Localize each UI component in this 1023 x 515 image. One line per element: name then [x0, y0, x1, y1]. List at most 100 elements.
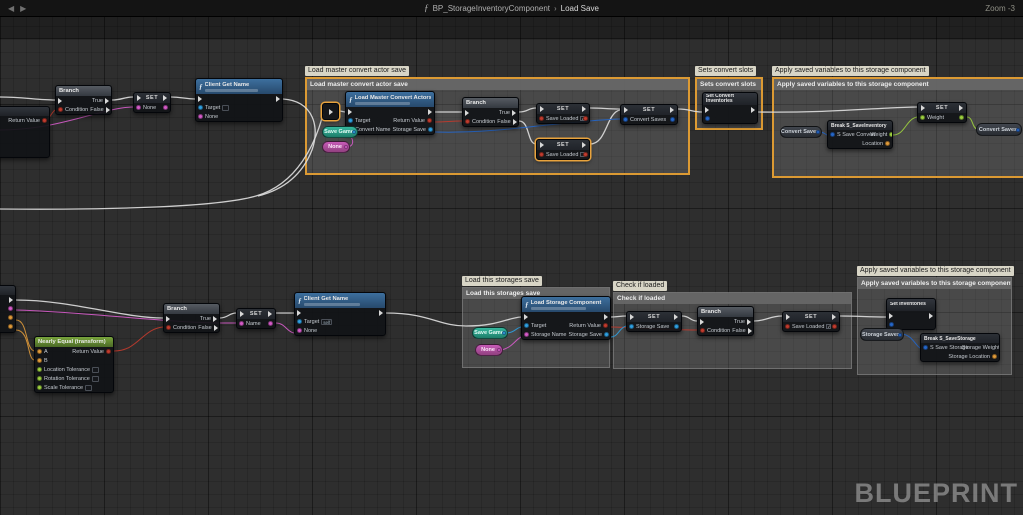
comment-header[interactable]: Load master convert actor save [307, 79, 688, 90]
value-box[interactable] [222, 105, 229, 111]
value-box[interactable]: self [321, 319, 332, 325]
darkblue-pin[interactable] [923, 345, 928, 350]
exec-pin[interactable] [630, 314, 634, 320]
node-set-name[interactable]: SETName [236, 308, 276, 329]
exec-pin[interactable] [751, 107, 755, 113]
orange-pin[interactable] [8, 315, 13, 320]
exec-pin[interactable] [105, 98, 109, 104]
magenta-pin[interactable] [268, 321, 273, 326]
node-edge-bottom[interactable] [0, 285, 16, 333]
darkblue-pin[interactable] [670, 117, 675, 122]
exec-pin[interactable] [163, 95, 167, 101]
node-load-storage-component[interactable]: ƒLoad Storage ComponentTargetReturn Valu… [521, 296, 611, 340]
magenta-pin[interactable] [163, 105, 168, 110]
node-branch-3[interactable]: BranchTrueConditionFalse [163, 303, 220, 333]
exec-pin[interactable] [276, 96, 280, 102]
exec-pin[interactable] [582, 142, 586, 148]
blue-pin[interactable] [198, 105, 203, 110]
darkblue-pin[interactable] [816, 130, 820, 134]
magenta-pin[interactable] [524, 332, 529, 337]
exec-pin[interactable] [106, 107, 110, 113]
darkblue-pin[interactable] [1016, 128, 1020, 132]
blue-pin[interactable] [297, 319, 302, 324]
node-break-save-inventory[interactable]: Break S_SaveInventoryS Save ConvertWeigh… [827, 120, 893, 149]
node-branch-2[interactable]: BranchTrueConditionFalse [462, 97, 519, 127]
node-set-storage-save[interactable]: SETStorage Save [626, 311, 682, 332]
magenta-pin[interactable] [136, 105, 141, 110]
pill-storage-saves[interactable]: Storage Saves [860, 328, 904, 341]
exec-pin[interactable] [889, 313, 893, 319]
exec-pin[interactable] [513, 119, 517, 125]
orange-pin[interactable] [8, 324, 13, 329]
node-set-weight[interactable]: SETWeight [917, 102, 967, 123]
node-client-get-name-2[interactable]: ƒClient Get NameTargetselfNone [294, 292, 386, 336]
exec-pin[interactable] [58, 98, 62, 104]
exec-pin[interactable] [786, 314, 790, 320]
exec-pin[interactable] [329, 109, 333, 115]
node-nearly-equal-transform[interactable]: Nearly Equal (transform)AReturn ValueBLo… [34, 336, 114, 393]
exec-pin[interactable] [674, 314, 678, 320]
comment-header[interactable]: Sets convert slots [697, 79, 761, 90]
exec-pin[interactable] [268, 311, 272, 317]
exec-pin[interactable] [959, 105, 963, 111]
node-set-save-loaded-1[interactable]: SETSave Loaded✓ [536, 103, 590, 124]
value-box[interactable] [85, 385, 92, 391]
magenta-pin[interactable] [198, 114, 203, 119]
node-branch-4[interactable]: BranchTrueConditionFalse [697, 306, 754, 336]
blue-pin[interactable] [524, 323, 529, 328]
exec-pin[interactable] [213, 316, 217, 322]
darkblue-pin[interactable] [830, 132, 835, 137]
pill-convert-saves-2[interactable]: Convert Saves [976, 123, 1022, 136]
magenta-pin[interactable] [8, 306, 13, 311]
red-pin[interactable] [106, 349, 111, 354]
red-pin[interactable] [42, 118, 47, 123]
exec-pin[interactable] [240, 311, 244, 317]
exec-pin[interactable] [670, 107, 674, 113]
exec-pin[interactable] [832, 314, 836, 320]
magenta-pin[interactable] [497, 348, 501, 352]
green-pin[interactable] [959, 115, 964, 120]
node-set-none[interactable]: SETNone [133, 92, 171, 113]
comment-header[interactable]: Apply saved variables to this storage co… [774, 79, 1023, 90]
node-break-save-storage[interactable]: Break S_SaveStorageS Save StorageStorage… [920, 333, 1000, 362]
exec-pin[interactable] [540, 106, 544, 112]
exec-pin[interactable] [921, 105, 925, 111]
red-pin[interactable] [166, 325, 171, 330]
blue-pin[interactable] [428, 127, 433, 132]
blue-pin[interactable] [674, 324, 679, 329]
pill-save-game-2[interactable]: Save Game [472, 327, 508, 339]
node-load-master-convert-actors[interactable]: ƒLoad Master Convert ActorsTargetReturn … [345, 91, 435, 135]
red-pin[interactable] [583, 152, 588, 157]
checkbox[interactable]: ✓ [826, 324, 831, 329]
exec-pin[interactable] [465, 110, 469, 116]
blue-pin[interactable] [629, 324, 634, 329]
exec-pin[interactable] [166, 316, 170, 322]
value-box[interactable] [92, 376, 99, 382]
red-pin[interactable] [465, 119, 470, 124]
red-pin[interactable] [603, 323, 608, 328]
blue-pin[interactable] [348, 118, 353, 123]
comment-header[interactable]: Check if loaded [614, 293, 851, 304]
comment-header[interactable]: Apply saved variables to this storage co… [858, 278, 1011, 289]
breadcrumb-graph-name[interactable]: Load Save [561, 4, 599, 13]
red-pin[interactable] [427, 118, 432, 123]
darkblue-pin[interactable] [705, 116, 710, 121]
exec-pin[interactable] [214, 325, 218, 331]
red-pin[interactable] [700, 328, 705, 333]
orange-pin[interactable] [37, 358, 42, 363]
red-pin[interactable] [583, 116, 588, 121]
exec-pin[interactable] [428, 109, 432, 115]
node-reroute[interactable] [322, 103, 339, 120]
red-pin[interactable] [785, 324, 790, 329]
node-set-convert-inventories[interactable]: Set Convert Inventories [702, 92, 758, 124]
darkblue-pin[interactable] [898, 333, 902, 337]
exec-pin[interactable] [540, 142, 544, 148]
forward-icon[interactable]: ▶ [20, 4, 26, 13]
green-pin[interactable] [37, 376, 42, 381]
node-client-get-name-1[interactable]: ƒClient Get NameTargetNone [195, 78, 283, 122]
exec-pin[interactable] [9, 297, 13, 303]
exec-pin[interactable] [748, 328, 752, 334]
exec-pin[interactable] [198, 96, 202, 102]
exec-pin[interactable] [747, 319, 751, 325]
graph-canvas[interactable]: BLUEPRINT Load master convert actor save… [0, 0, 1023, 515]
